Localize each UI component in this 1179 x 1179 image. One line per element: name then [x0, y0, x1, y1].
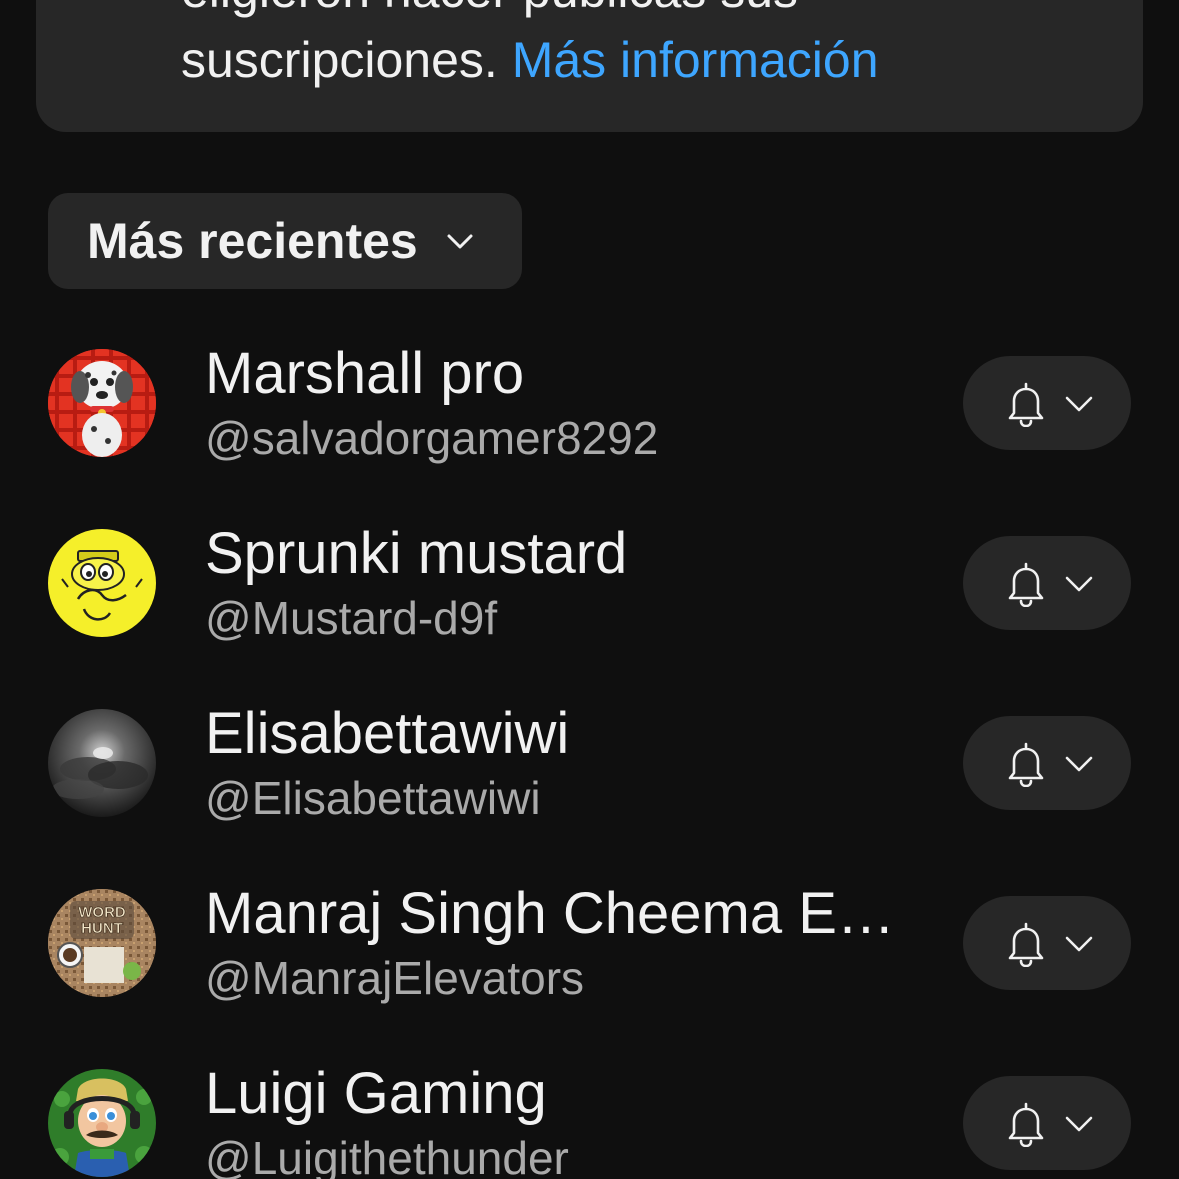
notification-settings-button[interactable]	[963, 356, 1131, 450]
chevron-down-icon	[1065, 1116, 1093, 1132]
privacy-info-line2-text: suscripciones.	[181, 32, 498, 88]
subscriptions-page: eligieron hacer públicas sus suscripcion…	[0, 0, 1179, 1179]
channel-name[interactable]: Luigi Gaming	[205, 1058, 547, 1130]
avatar[interactable]: WORD HUNT	[48, 889, 156, 997]
chevron-down-icon	[1065, 576, 1093, 592]
avatar[interactable]	[48, 529, 156, 637]
chevron-down-icon	[1065, 936, 1093, 952]
privacy-info-line1: eligieron hacer públicas sus	[181, 0, 798, 25]
list-item[interactable]: Sprunki mustard @Mustard-d9f	[0, 510, 1179, 690]
learn-more-link[interactable]: Más información	[512, 32, 879, 88]
list-item[interactable]: Marshall pro @salvadorgamer8292	[0, 330, 1179, 510]
bell-icon	[1008, 742, 1044, 787]
channel-handle: @Mustard-d9f	[205, 592, 498, 644]
list-item[interactable]: Luigi Gaming @Luigithethunder	[0, 1050, 1179, 1179]
bell-icon	[1008, 1102, 1044, 1147]
word-hunt-logo-text: HUNT	[81, 920, 123, 937]
bell-icon	[1008, 382, 1044, 427]
privacy-info-card: eligieron hacer públicas sus suscripcion…	[36, 0, 1143, 132]
luigi-avatar-image	[48, 1069, 156, 1177]
avatar[interactable]	[48, 709, 156, 817]
chevron-down-icon	[1065, 756, 1093, 772]
avatar[interactable]	[48, 1069, 156, 1177]
mustard-avatar-image	[48, 529, 156, 637]
channel-handle: @Elisabettawiwi	[205, 772, 541, 824]
bell-icon	[1008, 922, 1044, 967]
chevron-down-icon	[447, 234, 473, 249]
chevron-down-icon	[1065, 396, 1093, 412]
notification-settings-button[interactable]	[963, 716, 1131, 810]
dalmatian-avatar-image	[48, 349, 156, 457]
notification-settings-button[interactable]	[963, 536, 1131, 630]
cloud-avatar-image	[48, 709, 156, 817]
notification-settings-button[interactable]	[963, 896, 1131, 990]
sort-label: Más recientes	[87, 213, 418, 269]
channel-handle: @ManrajElevators	[205, 952, 585, 1004]
bell-icon	[1008, 562, 1044, 607]
channel-handle: @Luigithethunder	[205, 1132, 569, 1179]
list-item[interactable]: WORD HUNT Manraj Singh Cheema Elevators …	[0, 870, 1179, 1050]
privacy-info-line2: suscripciones. Más información	[181, 25, 879, 95]
channel-name[interactable]: Elisabettawiwi	[205, 698, 569, 770]
avatar[interactable]	[48, 349, 156, 457]
channel-name[interactable]: Marshall pro	[205, 338, 524, 410]
notification-settings-button[interactable]	[963, 1076, 1131, 1170]
channel-handle: @salvadorgamer8292	[205, 412, 659, 464]
list-item[interactable]: Elisabettawiwi @Elisabettawiwi	[0, 690, 1179, 870]
word-hunt-logo-text: WORD	[78, 904, 126, 921]
sort-dropdown-button[interactable]: Más recientes	[48, 193, 522, 289]
channel-name[interactable]: Manraj Singh Cheema Elevators	[205, 878, 895, 950]
channel-name[interactable]: Sprunki mustard	[205, 518, 627, 590]
word-hunt-avatar-image: WORD HUNT	[48, 889, 156, 997]
